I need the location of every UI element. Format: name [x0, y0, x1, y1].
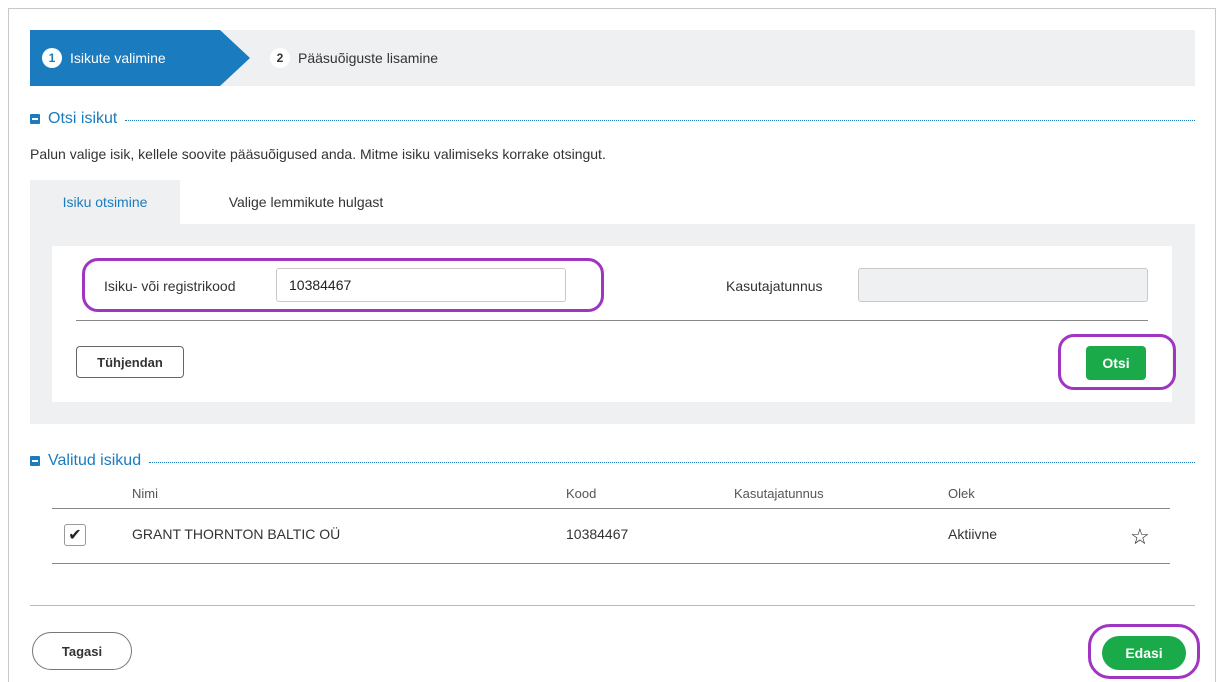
form-divider — [76, 320, 1148, 321]
next-button[interactable]: Edasi — [1102, 636, 1186, 670]
row-status: Aktiivne — [948, 526, 998, 542]
column-header-nimi: Nimi — [132, 486, 158, 501]
back-button[interactable]: Tagasi — [32, 632, 132, 670]
column-header-kood: Kood — [566, 486, 597, 501]
username-input — [858, 268, 1148, 302]
section-title: Otsi isikut — [48, 110, 118, 127]
step-label: Pääsuõiguste lisamine — [298, 50, 439, 66]
step-paasuoiguste-lisamine: 2 Pääsuõiguste lisamine — [270, 30, 438, 86]
footer-divider — [30, 605, 1195, 606]
section-header-otsi-isikut[interactable]: Otsi isikut — [30, 110, 1195, 128]
row-code: 10384467 — [566, 526, 629, 542]
intro-text: Palun valige isik, kellele soovite pääsu… — [30, 146, 606, 162]
checkmark-icon: ✔ — [68, 527, 82, 544]
wizard-stepper: 1 Isikute valimine 2 Pääsuõiguste lisami… — [30, 30, 1195, 86]
search-form: Isiku- või registrikood Kasutajatunnus T… — [52, 246, 1172, 402]
collapse-icon[interactable] — [30, 456, 40, 466]
table-header-line — [52, 508, 1170, 509]
search-button[interactable]: Otsi — [1086, 346, 1146, 380]
column-header-olek: Olek — [948, 486, 975, 501]
collapse-icon[interactable] — [30, 114, 40, 124]
section-divider — [149, 461, 1195, 463]
step-isikute-valimine: 1 Isikute valimine — [30, 30, 220, 86]
step-number: 1 — [42, 48, 62, 68]
clear-button[interactable]: Tühjendan — [76, 346, 184, 378]
step-number: 2 — [270, 48, 290, 68]
section-header-valitud-isikud[interactable]: Valitud isikud — [30, 452, 1195, 470]
tab-isiku-otsimine[interactable]: Isiku otsimine — [30, 180, 180, 224]
step-arrow — [220, 30, 250, 86]
username-label: Kasutajatunnus — [726, 278, 823, 294]
tab-lemmikud[interactable]: Valige lemmikute hulgast — [196, 180, 416, 224]
star-outline-icon[interactable]: ☆ — [1130, 524, 1150, 550]
column-header-kasutajatunnus: Kasutajatunnus — [734, 486, 824, 501]
section-title: Valitud isikud — [48, 452, 142, 469]
search-panel: Isiku- või registrikood Kasutajatunnus T… — [30, 224, 1195, 424]
code-input[interactable] — [276, 268, 566, 302]
row-name: GRANT THORNTON BALTIC OÜ — [132, 526, 341, 542]
section-divider — [125, 119, 1195, 121]
row-checkbox[interactable]: ✔ — [64, 524, 86, 546]
step-label: Isikute valimine — [70, 50, 166, 66]
code-label: Isiku- või registrikood — [104, 278, 236, 294]
table-bottom-line — [52, 563, 1170, 564]
